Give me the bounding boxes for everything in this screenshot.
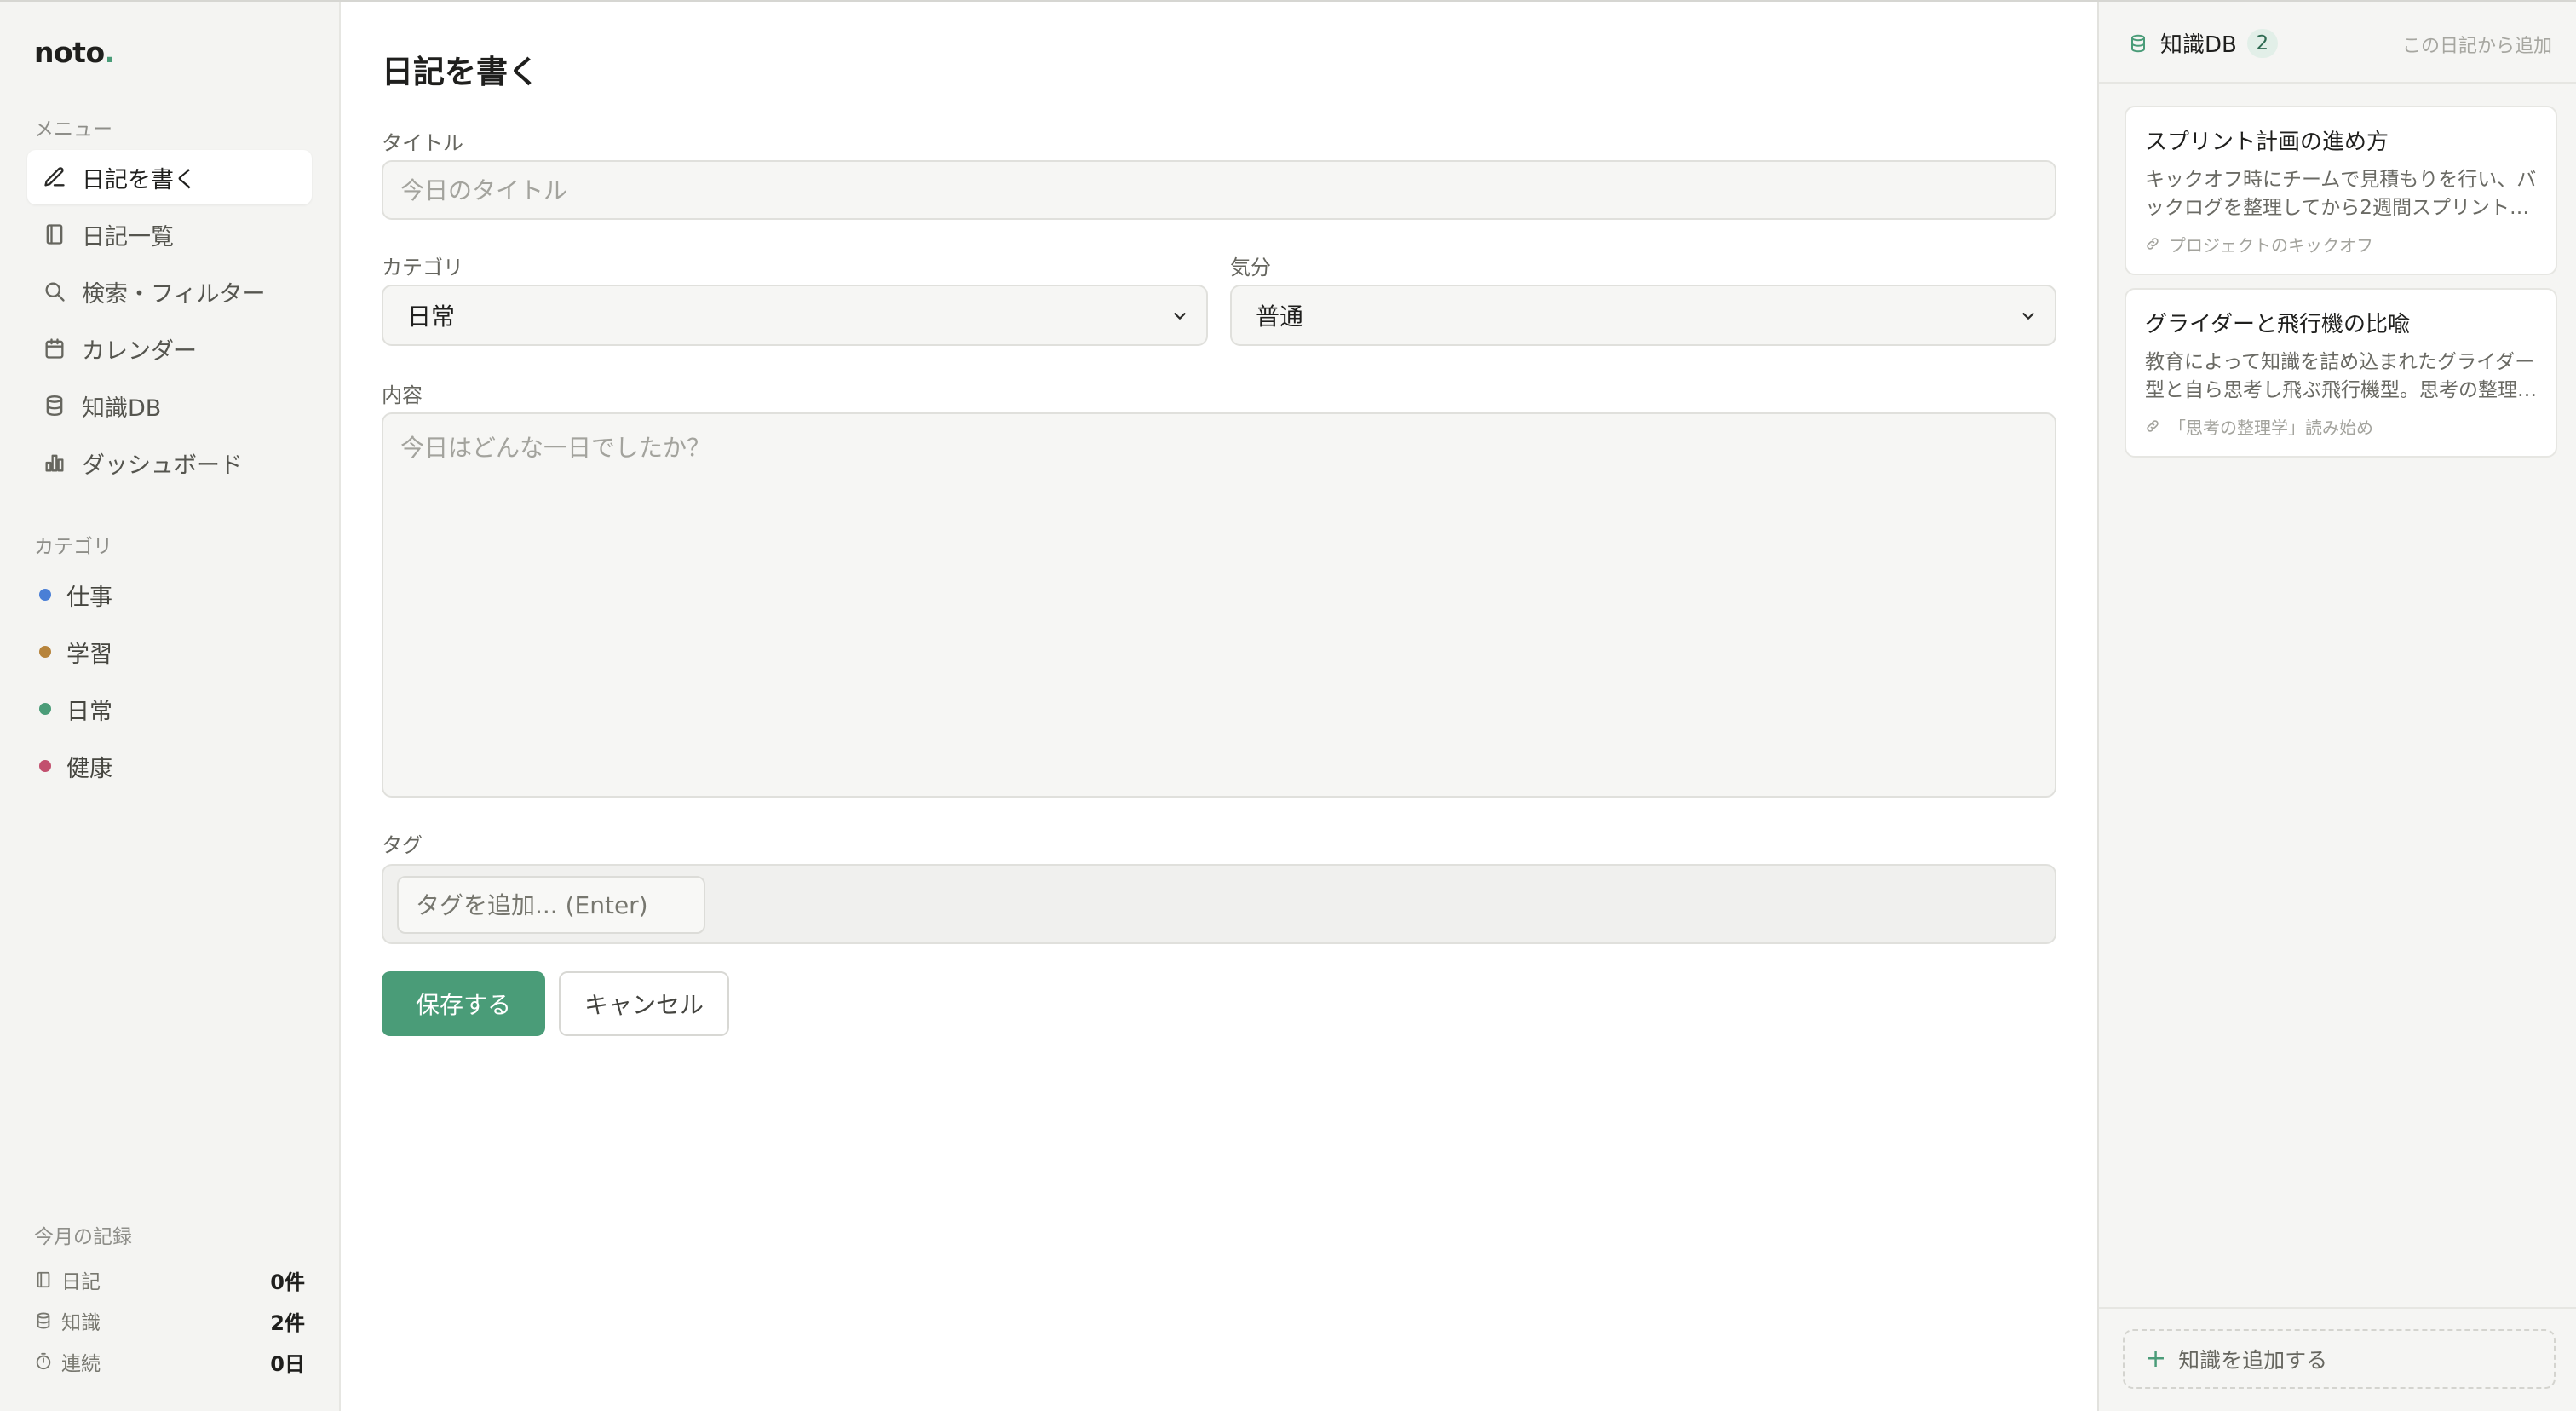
- category-label: 日常: [66, 698, 112, 725]
- page-title: 日記を書く: [382, 54, 539, 90]
- title-input[interactable]: [382, 160, 2056, 220]
- knowledge-panel-header: 知識DB 2 この日記から追加: [2099, 2, 2576, 84]
- nav-item-label: 検索・フィルター: [82, 280, 266, 308]
- knowledge-panel-title: 知識DB 2: [2128, 27, 2278, 59]
- save-button[interactable]: 保存する: [382, 971, 545, 1036]
- logo-dot: .: [104, 36, 116, 69]
- stat-label: 連続: [61, 1353, 101, 1375]
- category-select-value: 日常: [407, 302, 456, 331]
- category-dot: [39, 760, 51, 772]
- mood-select-value: 普通: [1256, 302, 1304, 331]
- add-from-diary-link[interactable]: この日記から追加: [2402, 31, 2552, 58]
- knowledge-panel-title-text: 知識DB: [2160, 32, 2237, 58]
- nav-item-label: 日記を書く: [82, 166, 197, 193]
- menu-section-label: メニュー: [34, 118, 112, 141]
- calendar-icon: [45, 338, 64, 359]
- database-icon: [2131, 34, 2145, 52]
- stat-row-streak: 連続 0日: [34, 1345, 305, 1379]
- book-icon: [37, 1271, 50, 1288]
- content-field-label: 内容: [382, 383, 423, 407]
- nav-item-dashboard[interactable]: ダッシュボード: [27, 435, 312, 490]
- knowledge-card-source-text: プロジェクトのキックオフ: [2169, 234, 2373, 256]
- nav-item-label: 知識DB: [82, 395, 162, 422]
- category-dot: [39, 589, 51, 601]
- category-field-label: カテゴリ: [382, 256, 463, 279]
- category-item-health[interactable]: 健康: [27, 740, 312, 792]
- knowledge-card-source: プロジェクトのキックオフ: [2145, 232, 2537, 256]
- category-dot: [39, 703, 51, 715]
- timer-icon: [36, 1352, 51, 1370]
- nav-item-diary-list[interactable]: 日記一覧: [27, 207, 312, 262]
- category-select[interactable]: 日常: [382, 285, 1208, 346]
- knowledge-card-body: 教育によって知識を詰め込まれたグライダー型と自ら思考し飛ぶ飛行機型。思考の整理学…: [2145, 351, 2537, 402]
- stat-label: 日記: [61, 1271, 101, 1293]
- category-label: 学習: [66, 641, 112, 668]
- chevron-down-icon: [2022, 313, 2034, 320]
- category-section-label: カテゴリ: [34, 536, 112, 558]
- nav-item-label: カレンダー: [82, 337, 197, 365]
- category-label: 仕事: [66, 584, 112, 611]
- tags-container[interactable]: [382, 864, 2056, 944]
- knowledge-card[interactable]: スプリント計画の進め方 キックオフ時にチームで見積もりを行い、バックログを整理し…: [2125, 106, 2557, 275]
- knowledge-panel: 知識DB 2 この日記から追加 スプリント計画の進め方 キックオフ時にチームで見…: [2097, 2, 2576, 1411]
- category-item-study[interactable]: 学習: [27, 626, 312, 677]
- knowledge-count-badge: 2: [2246, 28, 2278, 58]
- knowledge-card-source-text: 「思考の整理学」読み始め: [2169, 417, 2373, 438]
- knowledge-card-body: キックオフ時にチームで見積もりを行い、バックログを整理してから2週間スプリントを…: [2145, 169, 2537, 220]
- nav-item-write-diary[interactable]: 日記を書く: [27, 150, 312, 204]
- category-label: 健康: [66, 755, 112, 782]
- tags-field-label: タグ: [382, 833, 423, 857]
- app-logo[interactable]: noto.: [34, 36, 115, 69]
- nav-item-knowledge-db[interactable]: 知識DB: [27, 378, 312, 433]
- category-dot: [39, 646, 51, 658]
- add-knowledge-label: 知識を追加する: [2178, 1348, 2328, 1373]
- content-textarea[interactable]: [382, 412, 2056, 798]
- title-field-label: タイトル: [382, 131, 463, 155]
- link-icon: [2147, 238, 2159, 250]
- knowledge-card-title: スプリント計画の進め方: [2145, 130, 2389, 155]
- database-icon: [46, 395, 63, 417]
- sidebar: noto. メニュー 日記を書く 日記一覧 検索・フィルター カレンダー 知識D…: [0, 2, 341, 1411]
- link-icon: [2147, 420, 2159, 432]
- tag-input[interactable]: [397, 876, 705, 934]
- mood-field-label: 気分: [1230, 256, 1271, 279]
- nav-item-label: 日記一覧: [82, 223, 174, 251]
- book-icon: [46, 224, 63, 245]
- cancel-button[interactable]: キャンセル: [559, 971, 729, 1036]
- diary-editor: 日記を書く タイトル カテゴリ 日常 気分 普通 内容 タグ 保存する キャンセ…: [342, 2, 2097, 1411]
- stat-label: 知識: [61, 1312, 101, 1334]
- mood-select[interactable]: 普通: [1230, 285, 2056, 346]
- category-item-daily[interactable]: 日常: [27, 683, 312, 734]
- database-icon: [37, 1312, 50, 1329]
- add-knowledge-button[interactable]: + 知識を追加する: [2123, 1329, 2556, 1389]
- logo-text: noto: [34, 36, 105, 69]
- stat-value: 0件: [270, 1270, 305, 1294]
- stat-value: 0日: [270, 1351, 305, 1376]
- stat-row-knowledge: 知識 2件: [34, 1304, 305, 1338]
- stat-row-diary: 日記 0件: [34, 1263, 305, 1297]
- nav-item-calendar[interactable]: カレンダー: [27, 321, 312, 376]
- monthly-stats-label: 今月の記録: [34, 1226, 132, 1248]
- nav-item-search-filter[interactable]: 検索・フィルター: [27, 264, 312, 319]
- stat-value: 2件: [270, 1310, 305, 1335]
- chevron-down-icon: [1174, 313, 1186, 320]
- category-item-work[interactable]: 仕事: [27, 569, 312, 620]
- nav-item-label: ダッシュボード: [82, 452, 243, 479]
- knowledge-panel-footer: + 知識を追加する: [2099, 1307, 2576, 1411]
- knowledge-card[interactable]: グライダーと飛行機の比喩 教育によって知識を詰め込まれたグライダー型と自ら思考し…: [2125, 288, 2557, 458]
- pencil-icon: [44, 167, 65, 187]
- knowledge-card-source: 「思考の整理学」読み始め: [2145, 414, 2537, 439]
- search-icon: [45, 282, 65, 302]
- plus-icon: +: [2145, 1344, 2167, 1374]
- bar-chart-icon: [45, 454, 64, 472]
- knowledge-card-title: グライダーと飛行機の比喩: [2145, 312, 2410, 337]
